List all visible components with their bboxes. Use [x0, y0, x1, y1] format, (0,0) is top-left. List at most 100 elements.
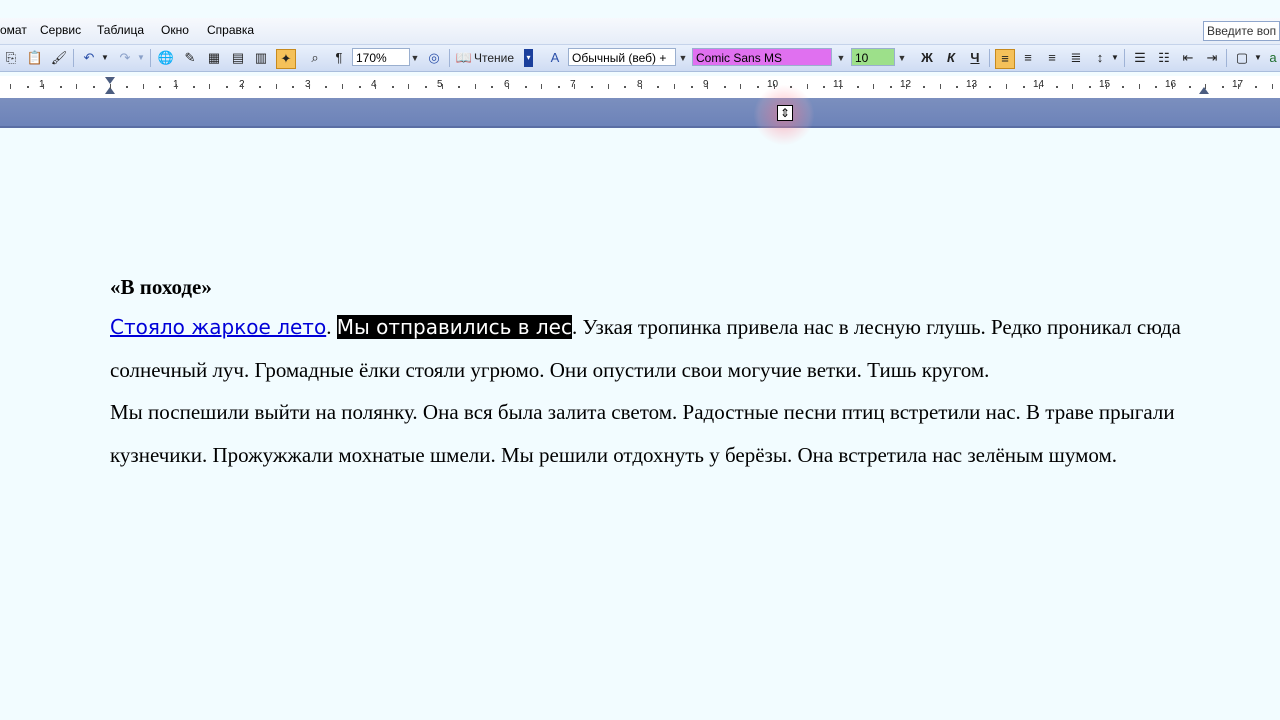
toolbar-separator [150, 49, 151, 67]
ruler-tick [1039, 84, 1041, 89]
ruler-tick [557, 86, 560, 88]
highlight-icon[interactable]: a [1264, 49, 1280, 67]
ruler-tick [1205, 84, 1207, 89]
hyperlink-text[interactable]: Стояло жаркое лето [110, 315, 326, 339]
chevron-down-icon[interactable]: ▼ [678, 49, 688, 67]
show-hide-formatting[interactable]: ¶ [330, 49, 348, 67]
ruler-tick [541, 84, 543, 89]
selected-text[interactable]: Мы отправились в лес [336, 315, 572, 339]
increase-indent-icon[interactable]: ⇥ [1203, 49, 1221, 67]
ruler-tick [806, 84, 808, 89]
ruler-tick [674, 84, 675, 89]
redo-icon[interactable]: ↷ [116, 49, 134, 67]
align-center-icon[interactable]: ≡ [1019, 49, 1037, 67]
ruler-tick [906, 84, 908, 89]
reading-button[interactable]: Чтение [474, 49, 520, 67]
ruler-tick [142, 84, 144, 89]
numbering-icon[interactable]: ☰ [1131, 49, 1149, 67]
reading-layout-icon[interactable]: 📖 [455, 49, 473, 67]
ruler-tick [624, 86, 627, 88]
copy-icon[interactable]: ⎘ [2, 49, 20, 67]
toolbar-separator [989, 49, 990, 67]
menu-table[interactable]: Таблица [97, 23, 144, 37]
first-line-indent-marker[interactable] [105, 77, 115, 84]
document-title: «В походе» [110, 275, 212, 299]
ruler-tick [1072, 84, 1074, 89]
ruler-tick [889, 86, 892, 88]
horizontal-ruler[interactable]: 11234567891011121314151617 [0, 76, 1280, 99]
ruler-tick [1172, 84, 1173, 89]
menu-service[interactable]: Сервис [40, 23, 81, 37]
paragraph-2: Мы поспешили выйти на полянку. Она вся б… [110, 400, 1175, 467]
italic-button[interactable]: К [942, 49, 960, 67]
toolbar-options-icon[interactable]: ▾ [524, 49, 533, 67]
menu-format[interactable]: омат [0, 23, 27, 37]
ruler-tick [707, 84, 709, 89]
font-combo[interactable]: Comic Sans MS [692, 48, 832, 66]
decrease-indent-icon[interactable]: ⇤ [1179, 49, 1197, 67]
right-indent-marker[interactable] [1199, 87, 1209, 94]
menu-window[interactable]: Окно [161, 23, 189, 37]
document-body[interactable]: «В походе» Стояло жаркое лето. Мы отправ… [110, 272, 1190, 476]
ruler-tick [308, 84, 310, 89]
ruler-tick [939, 84, 941, 89]
line-spacing-icon[interactable]: ↕ [1091, 49, 1109, 67]
document-map-icon[interactable]: ⌕ [306, 49, 324, 67]
paragraph-1: Стояло жаркое лето. Мы отправились в лес… [110, 306, 1190, 391]
page-top-band [0, 98, 1280, 128]
hyperlink-icon[interactable]: 🌐 [157, 49, 175, 67]
zoom-combo[interactable]: 170% [352, 48, 410, 66]
tables-borders-icon[interactable]: ✎ [181, 49, 199, 67]
help-search-input[interactable]: Введите воп [1203, 21, 1280, 41]
insert-excel-icon[interactable]: ▤ [229, 49, 247, 67]
align-left-icon[interactable]: ≡ [995, 49, 1015, 69]
ruler-tick [740, 84, 742, 89]
drawing-icon[interactable]: ✦ [276, 49, 296, 69]
insert-table-icon[interactable]: ▦ [205, 49, 223, 67]
bold-button[interactable]: Ж [918, 49, 936, 67]
standard-toolbar: ⎘ 📋 🖌 ↶ ▼ ↷ ▼ 🌐 ✎ ▦ ▤ ▥ ✦ ⌕ ¶ 170% ▼ ◎ 📖… [0, 45, 1280, 72]
ruler-tick [159, 86, 162, 88]
menu-bar: омат Сервис Таблица Окно Справка Введите… [0, 18, 1280, 45]
paste-icon[interactable]: 📋 [26, 49, 44, 67]
chevron-down-icon[interactable]: ▼ [410, 49, 420, 67]
bullets-icon[interactable]: ☷ [1155, 49, 1173, 67]
chevron-down-icon[interactable]: ▼ [1110, 49, 1120, 67]
menu-help[interactable]: Справка [207, 23, 254, 37]
styles-formatting-icon[interactable]: A [546, 49, 564, 67]
borders-icon[interactable]: ▢ [1233, 49, 1251, 67]
ruler-tick [375, 84, 377, 89]
chevron-down-icon[interactable]: ▼ [897, 49, 907, 67]
ruler-tick [342, 84, 343, 89]
style-combo[interactable]: Обычный (веб) + [568, 48, 676, 66]
undo-dropdown-icon[interactable]: ▼ [100, 49, 110, 67]
underline-button[interactable]: Ч [966, 49, 984, 67]
ruler-tick [192, 86, 195, 88]
chevron-down-icon[interactable]: ▼ [1253, 49, 1263, 67]
justify-icon[interactable]: ≣ [1067, 49, 1085, 67]
ruler-tick [1105, 84, 1107, 89]
ruler-tick [259, 86, 261, 88]
ruler-tick [441, 84, 443, 89]
font-size-combo[interactable]: 10 [851, 48, 895, 66]
toolbar-separator [449, 49, 450, 67]
columns-icon[interactable]: ▥ [252, 49, 270, 67]
ruler-tick [574, 84, 576, 89]
ruler-tick [1055, 86, 1058, 88]
ruler-tick [408, 84, 410, 89]
align-right-icon[interactable]: ≡ [1043, 49, 1061, 67]
ruler-tick [1238, 84, 1240, 89]
toolbar-separator [1226, 49, 1227, 67]
chevron-down-icon[interactable]: ▼ [836, 49, 846, 67]
ruler-number: 11 [833, 79, 844, 90]
ruler-tick [1022, 86, 1025, 88]
ruler-tick [1155, 86, 1158, 88]
ruler-tick [275, 84, 277, 89]
undo-icon[interactable]: ↶ [80, 49, 98, 67]
format-painter-icon[interactable]: 🖌 [50, 49, 68, 67]
redo-dropdown-icon[interactable]: ▼ [136, 49, 146, 67]
ruler-tick [209, 84, 211, 89]
help-icon[interactable]: ◎ [425, 49, 443, 67]
ruler-tick [591, 86, 593, 88]
ruler-tick [126, 86, 129, 88]
